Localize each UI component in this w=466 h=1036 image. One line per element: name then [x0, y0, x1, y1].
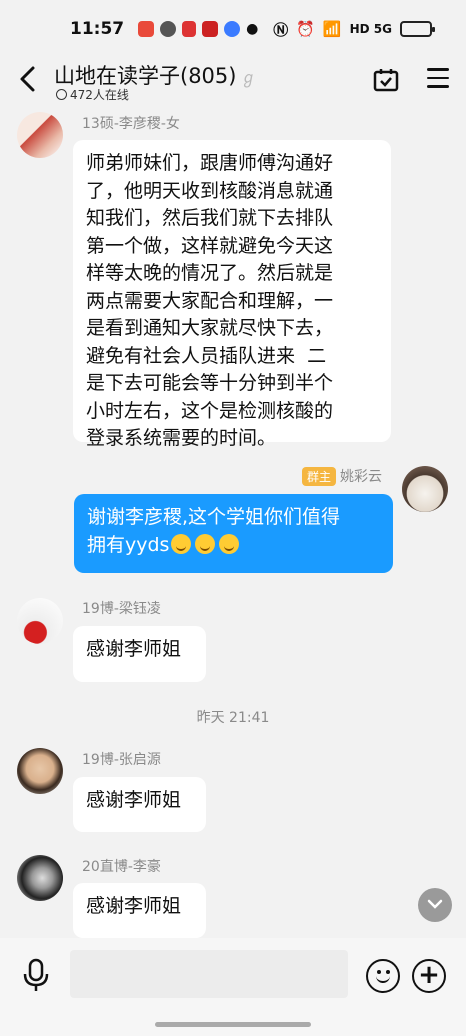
- message-text: 感谢李师姐: [86, 789, 182, 811]
- online-status: 472人在线: [56, 86, 129, 103]
- chevron-left-icon: [20, 66, 35, 92]
- notification-app-icon: [138, 21, 155, 37]
- calendar-check-icon: [373, 69, 399, 92]
- avatar[interactable]: [17, 598, 63, 644]
- avatar[interactable]: [17, 748, 63, 794]
- menu-line: [427, 68, 449, 71]
- message-text: 感谢李师姐: [86, 638, 182, 660]
- chat-header: 山地在读学子(805) ℊ 472人在线: [0, 58, 466, 108]
- message-line: 小时左右，这个是检测核酸的: [86, 399, 334, 422]
- notification-app-icon: [202, 21, 219, 37]
- microphone-icon: [23, 958, 49, 991]
- message-line: 拥有yyds: [87, 532, 380, 560]
- nfc-icon: Ⓝ: [273, 20, 289, 39]
- notification-app-icon: [160, 21, 177, 37]
- message-bubble[interactable]: 感谢李师姐: [73, 777, 206, 832]
- avatar[interactable]: [17, 855, 63, 901]
- calendar-button[interactable]: [373, 68, 399, 92]
- status-right: Ⓝ ⏰ 📶 HD 5G: [273, 19, 435, 40]
- sender-name: 19博-梁钰凌: [82, 601, 161, 617]
- status-bar: 11:57 ● Ⓝ ⏰ 📶 HD 5G: [0, 0, 466, 58]
- notification-icons: ●: [138, 21, 258, 37]
- battery-icon: [400, 21, 435, 37]
- notification-app-icon: [182, 21, 197, 37]
- message-line: 了，他明天收到核酸消息就通: [86, 179, 334, 202]
- message-line: 样等太晚的情况了。然后就是: [86, 262, 334, 284]
- network-label: HD 5G: [349, 22, 392, 36]
- sender-name: 13硕-李彦稷-女: [82, 116, 180, 132]
- avatar[interactable]: [402, 466, 448, 512]
- message-bubble[interactable]: 谢谢李彦稷,这个学姐你们值得 拥有yyds: [74, 494, 393, 573]
- owner-badge: 群主: [301, 467, 336, 486]
- scroll-down-button[interactable]: [418, 888, 452, 922]
- sender-name: 20直博-李豪: [82, 859, 161, 875]
- smile-icon: [376, 976, 390, 983]
- voice-button[interactable]: [22, 958, 50, 992]
- menu-line: [427, 76, 449, 79]
- sender-name: 19博-张启源: [82, 752, 161, 768]
- menu-button[interactable]: [427, 68, 449, 90]
- message-line: 两点需要大家配合和理解，一: [86, 289, 334, 312]
- hug-emoji-icon: [195, 533, 216, 554]
- message-bubble[interactable]: 感谢李师姐: [73, 883, 206, 938]
- message-bubble[interactable]: 师弟师妹们，跟唐师傅沟通好 了，他明天收到核酸消息就通 知我们，然后我们就下去排…: [73, 140, 391, 449]
- ear-icon: ℊ: [240, 68, 257, 87]
- online-check-icon: [56, 89, 67, 100]
- message-line: 是下去可能会等十分钟到半个: [86, 372, 334, 394]
- wifi-icon: 📶: [322, 20, 342, 38]
- menu-line: [427, 85, 449, 88]
- back-button[interactable]: [16, 64, 44, 98]
- sender-name-text: 姚彩云: [340, 469, 382, 485]
- message-line: 登录系统需要的时间。: [86, 427, 277, 449]
- online-count: 472人在线: [70, 88, 129, 102]
- avatar[interactable]: [17, 112, 63, 158]
- message-line: 谢谢李彦稷,这个学姐你们值得: [87, 506, 341, 528]
- emoji-button[interactable]: [366, 959, 400, 993]
- message-line: 知我们，然后我们就下去排队: [86, 207, 334, 229]
- status-time: 11:57: [70, 19, 125, 39]
- message-line: 第一个做，这样就避免今天这: [86, 234, 334, 257]
- input-bar: +: [0, 938, 466, 1036]
- message-bubble[interactable]: 感谢李师姐: [73, 626, 206, 682]
- hug-emoji-icon: [171, 533, 192, 554]
- plus-icon: +: [418, 960, 440, 990]
- home-indicator[interactable]: [155, 1022, 311, 1027]
- notification-app-icon: [224, 21, 241, 37]
- sender-name: 群主 姚彩云: [301, 466, 382, 486]
- chevron-down-icon: [427, 899, 443, 909]
- group-title-text: 山地在读学子(805): [54, 64, 237, 88]
- message-line: 师弟师妹们，跟唐师傅沟通好: [86, 152, 334, 174]
- message-line: 避免有社会人员插队进来 二: [86, 344, 327, 367]
- message-text: 拥有yyds: [87, 533, 170, 556]
- time-separator: 昨天 21:41: [196, 710, 270, 726]
- more-dot-icon: ●: [246, 21, 259, 37]
- message-input[interactable]: [70, 950, 348, 998]
- alarm-icon: ⏰: [296, 20, 315, 38]
- plus-button[interactable]: +: [412, 959, 446, 993]
- message-text: 感谢李师姐: [86, 895, 182, 917]
- message-line: 是看到通知大家就尽快下去，: [86, 317, 334, 339]
- hug-emoji-icon: [219, 533, 240, 554]
